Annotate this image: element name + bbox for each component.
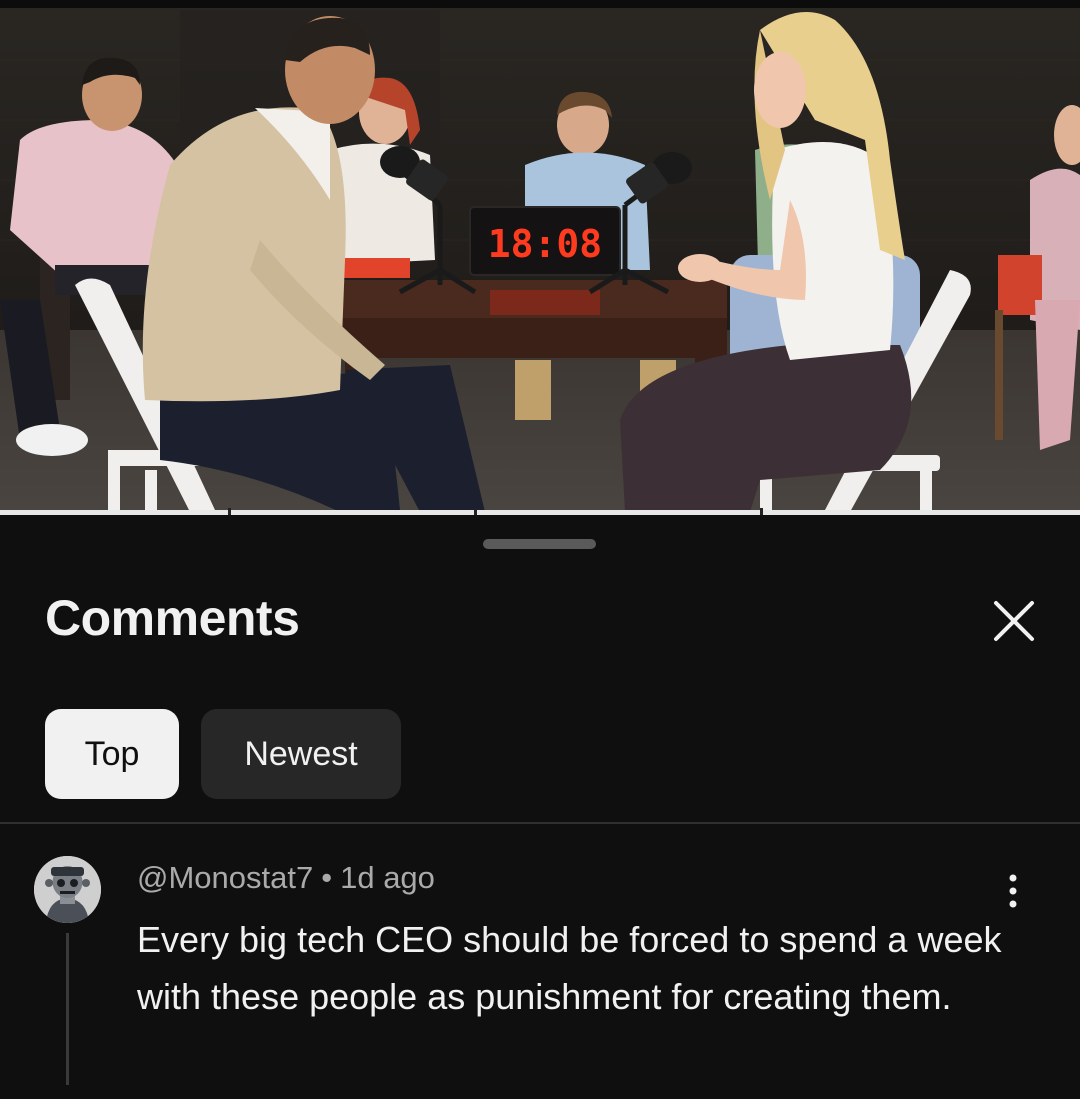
- meta-separator: •: [321, 860, 333, 895]
- video-frame: 18:08: [0, 0, 1080, 515]
- thread-line: [66, 933, 69, 1085]
- video-player[interactable]: 18:08: [0, 0, 1080, 515]
- comments-sheet: Comments Top Newest @Monostat7•1d ago: [0, 515, 1080, 1099]
- divider: [0, 822, 1080, 824]
- comments-title: Comments: [45, 590, 300, 646]
- filter-chip-top[interactable]: Top: [45, 709, 179, 799]
- chapter-marker-1: [228, 508, 231, 515]
- close-button[interactable]: [986, 593, 1042, 649]
- comment-text: Every big tech CEO should be forced to s…: [137, 919, 1002, 1017]
- more-options-button[interactable]: [994, 867, 1032, 915]
- robot-avatar-icon: [34, 856, 101, 923]
- comment-time: 1d ago: [340, 860, 435, 895]
- filter-chip-label: Newest: [244, 734, 358, 773]
- comment-author[interactable]: @Monostat7: [137, 860, 313, 895]
- avatar[interactable]: [34, 856, 101, 923]
- drag-handle[interactable]: [483, 539, 596, 549]
- comment-meta: @Monostat7 • 1d ago: [137, 860, 435, 896]
- chapter-marker-3: [760, 508, 763, 515]
- filter-chip-label: Top: [84, 734, 140, 773]
- chapter-marker-2: [474, 508, 477, 515]
- timer-display: 18:08: [488, 222, 602, 266]
- filter-chip-newest[interactable]: Newest: [201, 709, 401, 799]
- more-vert-icon: [1009, 874, 1017, 908]
- close-icon: [994, 601, 1034, 641]
- debate-timer: 18:08: [469, 206, 621, 276]
